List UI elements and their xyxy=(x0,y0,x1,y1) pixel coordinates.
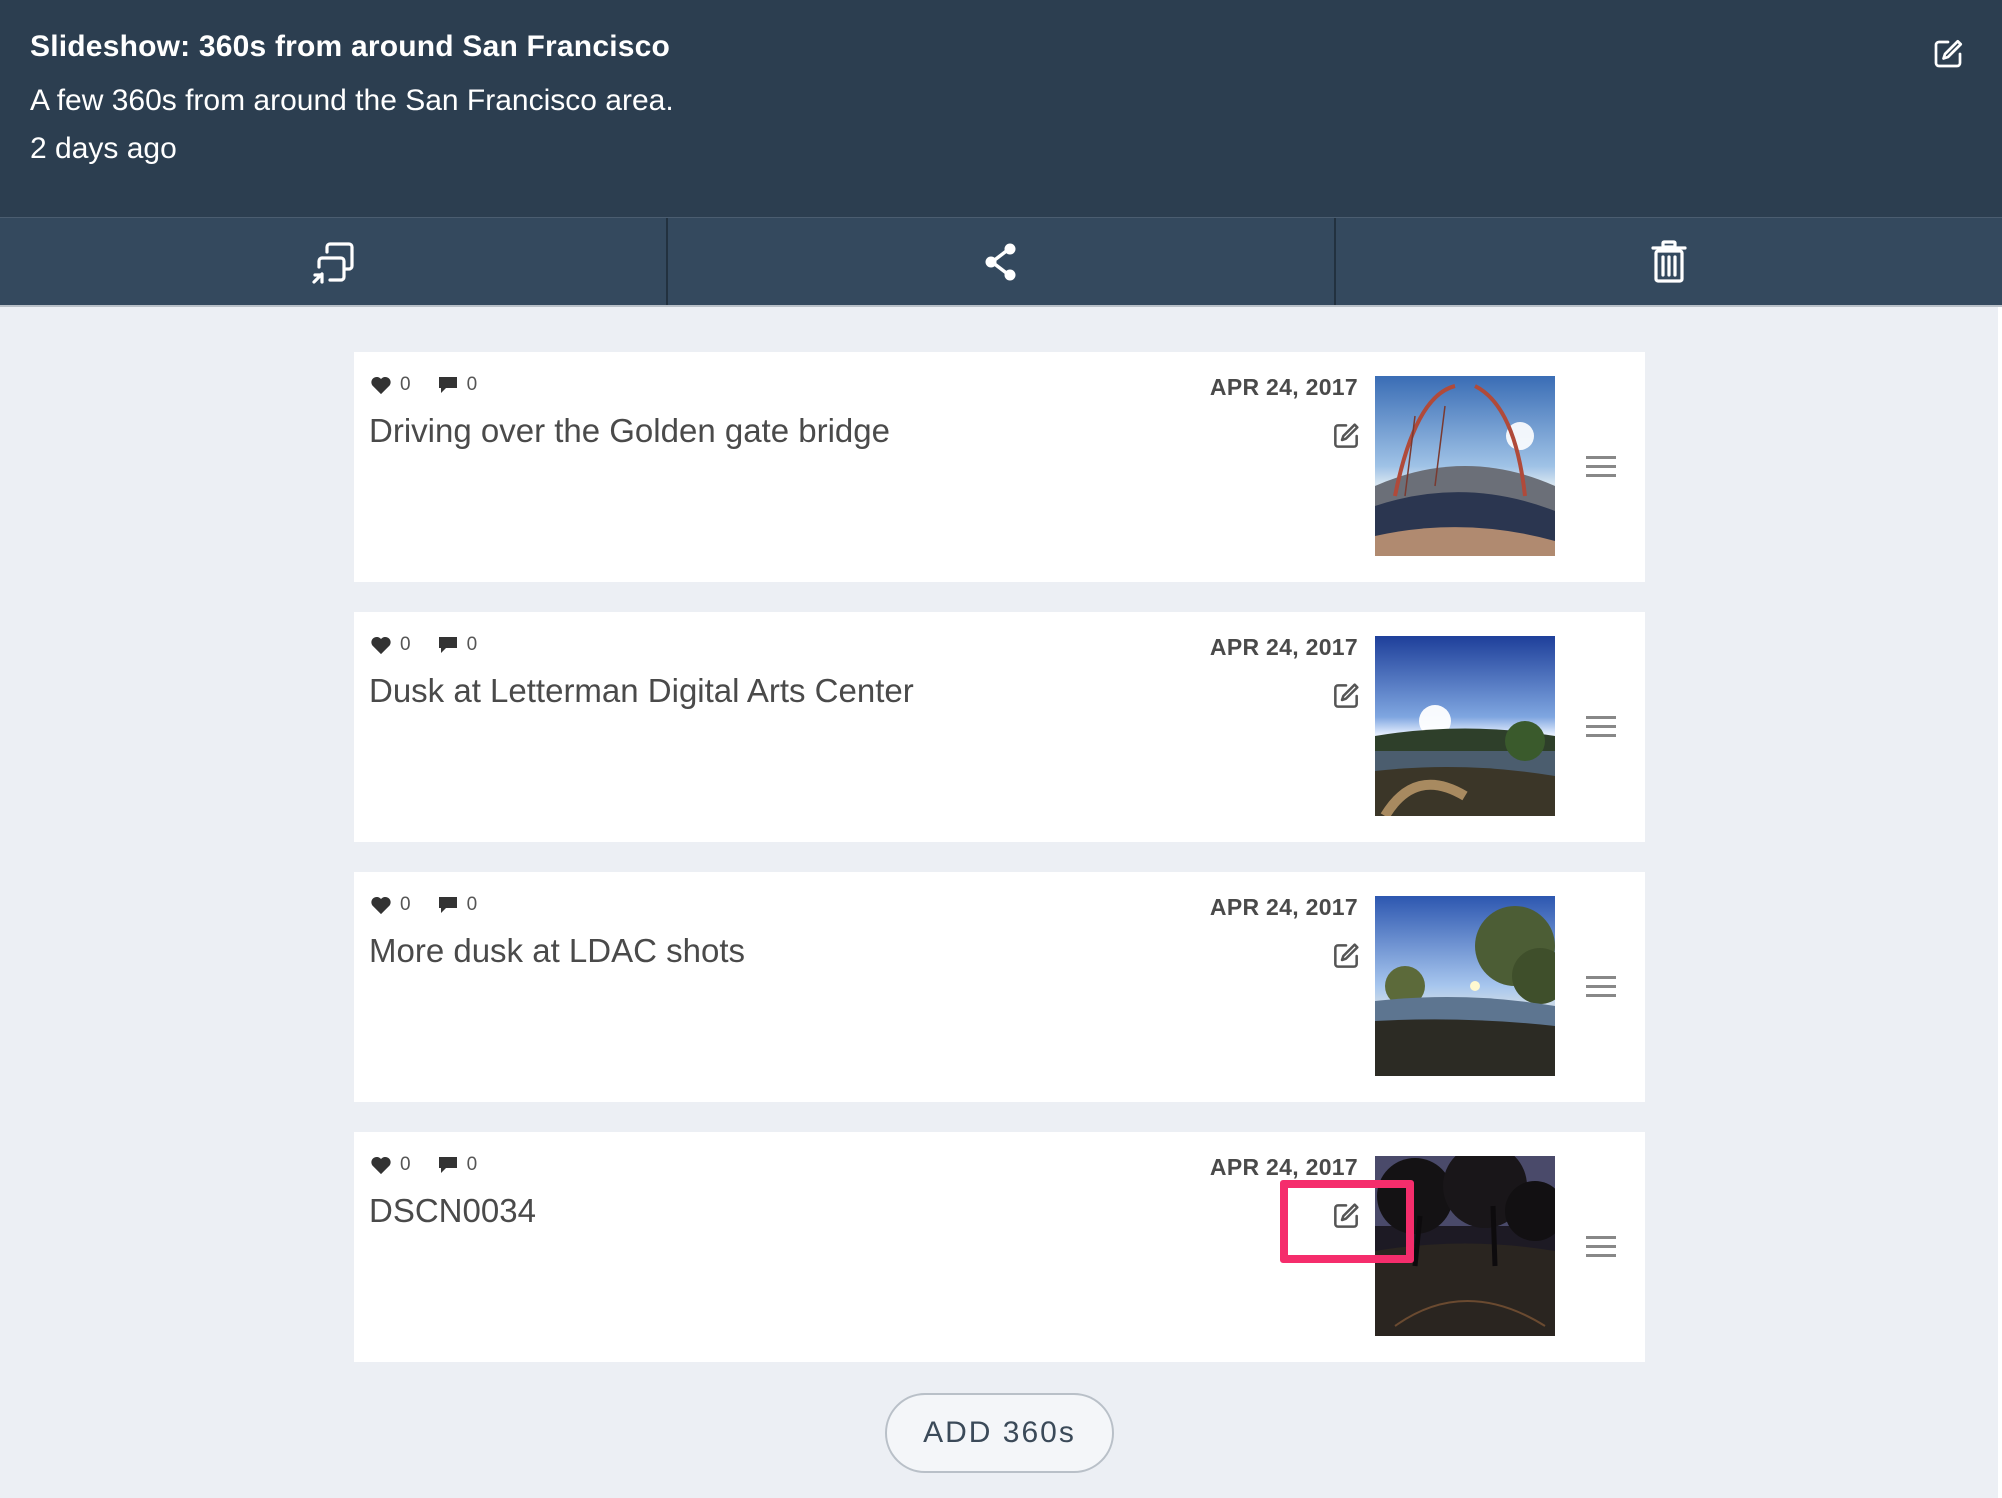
edit-icon[interactable] xyxy=(1930,36,1966,72)
scrollbar-track xyxy=(1998,307,2002,1498)
item-thumbnail[interactable] xyxy=(1375,376,1555,556)
trash-icon xyxy=(1649,239,1689,284)
comment-icon xyxy=(438,637,457,653)
cast-icon xyxy=(309,238,357,286)
heart-icon xyxy=(371,376,391,394)
comment-icon xyxy=(438,1157,457,1173)
add-360s-button[interactable]: ADD 360s xyxy=(885,1393,1114,1473)
edit-icon[interactable] xyxy=(1330,940,1362,972)
comment-icon xyxy=(438,377,457,393)
item-title: More dusk at LDAC shots xyxy=(369,932,745,969)
slideshow-toolbar xyxy=(0,217,2002,307)
item-title: DSCN0034 xyxy=(369,1192,536,1229)
likes: 0 xyxy=(370,374,411,396)
drag-handle-icon[interactable] xyxy=(1586,1234,1616,1260)
comment-count: 0 xyxy=(466,1154,478,1175)
item-stats: 0 0 xyxy=(370,1154,503,1176)
comment-count: 0 xyxy=(466,374,478,395)
heart-icon xyxy=(371,1156,391,1174)
comment-icon xyxy=(438,897,457,913)
comments: 0 xyxy=(437,374,478,396)
edit-icon[interactable] xyxy=(1330,680,1362,712)
item-date: APR 24, 2017 xyxy=(1209,894,1358,920)
drag-handle-icon[interactable] xyxy=(1586,974,1616,1000)
comment-count: 0 xyxy=(466,634,478,655)
likes: 0 xyxy=(370,1154,411,1176)
slideshow-item[interactable]: 0 0 Driving over the Golden gate bridge … xyxy=(354,352,1645,582)
slideshow-timestamp: 2 days ago xyxy=(30,132,177,165)
item-date: APR 24, 2017 xyxy=(1209,1154,1358,1180)
item-date: APR 24, 2017 xyxy=(1209,634,1358,660)
like-count: 0 xyxy=(400,1154,411,1175)
heart-icon xyxy=(371,896,391,914)
like-count: 0 xyxy=(400,634,411,655)
item-stats: 0 0 xyxy=(370,374,503,396)
delete-button[interactable] xyxy=(1336,218,2002,305)
item-title: Dusk at Letterman Digital Arts Center xyxy=(369,672,914,709)
drag-handle-icon[interactable] xyxy=(1586,714,1616,740)
item-thumbnail[interactable] xyxy=(1375,896,1555,1076)
like-count: 0 xyxy=(400,894,411,915)
slideshow-header: Slideshow: 360s from around San Francisc… xyxy=(0,0,2002,217)
comment-count: 0 xyxy=(466,894,478,915)
share-button[interactable] xyxy=(668,218,1336,305)
comments: 0 xyxy=(437,894,478,916)
item-stats: 0 0 xyxy=(370,634,503,656)
item-date: APR 24, 2017 xyxy=(1209,374,1358,400)
slideshow-item[interactable]: 0 0 DSCN0034 APR 24, 2017 xyxy=(354,1132,1645,1362)
slideshow-description: A few 360s from around the San Francisco… xyxy=(30,84,674,117)
item-stats: 0 0 xyxy=(370,894,503,916)
cast-button[interactable] xyxy=(0,218,668,305)
heart-icon xyxy=(371,636,391,654)
likes: 0 xyxy=(370,894,411,916)
share-icon xyxy=(982,241,1020,283)
likes: 0 xyxy=(370,634,411,656)
comments: 0 xyxy=(437,1154,478,1176)
comments: 0 xyxy=(437,634,478,656)
item-title: Driving over the Golden gate bridge xyxy=(369,412,890,449)
slideshow-title: Slideshow: 360s from around San Francisc… xyxy=(30,30,671,63)
highlight-box xyxy=(1280,1180,1414,1263)
slideshow-item[interactable]: 0 0 More dusk at LDAC shots APR 24, 2017 xyxy=(354,872,1645,1102)
edit-icon[interactable] xyxy=(1330,420,1362,452)
item-thumbnail[interactable] xyxy=(1375,636,1555,816)
slideshow-item[interactable]: 0 0 Dusk at Letterman Digital Arts Cente… xyxy=(354,612,1645,842)
drag-handle-icon[interactable] xyxy=(1586,454,1616,480)
like-count: 0 xyxy=(400,374,411,395)
